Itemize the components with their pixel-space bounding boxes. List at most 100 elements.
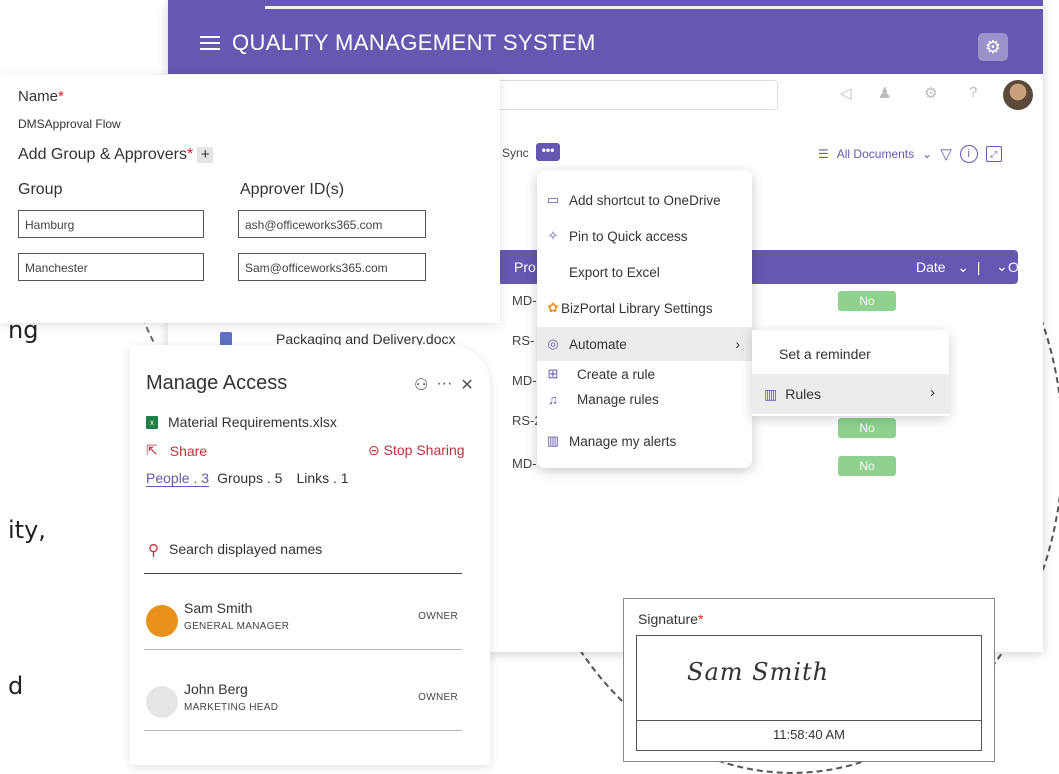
automate-submenu: Set a reminder ▥ Rules › [752,330,949,416]
view-selector[interactable]: ☰ All Documents ⌄ ▽ i ⤢ [818,145,1002,163]
person-name: John Berg [184,681,248,697]
menu-item-create-rule[interactable]: ⊞ Create a rule [537,363,752,385]
table-cell-product: RS- [512,333,535,348]
submenu-item-set-reminder[interactable]: Set a reminder [752,334,949,374]
context-menu: ▭ Add shortcut to OneDrive ✧ Pin to Quick … [537,170,752,468]
pin-icon: ✧ [547,228,559,243]
menu-item-pin-quick-access[interactable]: ✧ Pin to Quick access [537,219,752,253]
chevron-right-icon: › [930,384,935,401]
menu-item-automate[interactable]: ◎ Automate › [537,327,752,361]
person-row[interactable]: John Berg MARKETING HEAD OWNER [144,674,462,731]
table-cell-product: MD- [512,373,537,388]
chevron-down-icon[interactable]: ⌄ [996,258,1008,275]
app-title: QUALITY MANAGEMENT SYSTEM [232,30,596,55]
rules-icon: ▥ [764,385,778,402]
search-icon: ⚲ [148,542,159,559]
signature-label: Signature* [638,611,704,627]
background-text-fragment: ity, [8,516,46,544]
filter-icon[interactable]: ▽ [940,145,952,163]
panel-actions: ⚇ ··· ✕ [414,375,474,395]
person-row[interactable]: Sam Smith GENERAL MANAGER OWNER [144,593,462,650]
excel-file-icon: x [146,415,158,429]
name-value[interactable]: DMSApproval Flow [18,117,121,131]
group-field[interactable]: Hamburg [18,210,204,238]
access-tabs: People . 3 Groups . 5 Links . 1 [146,470,349,487]
overdue-status-badge: No [838,418,896,438]
menu-item-manage-alerts[interactable]: ▥ Manage my alerts [537,424,752,458]
signature-timestamp: 11:58:40 AM [636,720,982,751]
add-person-icon[interactable]: ⚇ [414,375,428,395]
approver-field[interactable]: ash@officeworks365.com [238,210,426,238]
column-header-date[interactable]: Date ⌄ | [916,259,980,276]
menu-item-add-shortcut[interactable]: ▭ Add shortcut to OneDrive [537,183,752,217]
overdue-status-badge: No [838,456,896,476]
people-icon[interactable]: ♟ [878,84,891,102]
automate-icon: ◎ [547,336,559,351]
settings-icon[interactable]: ⚙ [924,84,937,102]
access-level[interactable]: OWNER [418,611,458,622]
column-header-product[interactable]: Pro [514,259,536,275]
stop-sharing-button[interactable]: ⊝ Stop Sharing [368,442,465,459]
overdue-status-badge: No [838,291,896,311]
tab-groups[interactable]: Groups . 5 [217,470,282,487]
expand-icon[interactable]: ⤢ [985,146,1002,162]
avatar [146,605,178,637]
close-icon[interactable]: ✕ [460,375,473,395]
people-search-input[interactable]: ⚲ Search displayed names [144,541,462,574]
share-button[interactable]: ⇱ Share [146,442,207,459]
tab-links[interactable]: Links . 1 [296,470,348,487]
handwritten-signature: Sam Smith [687,658,830,686]
signature-pad[interactable]: Sam Smith [636,635,982,721]
submenu-item-rules[interactable]: ▥ Rules › [752,374,949,414]
user-avatar[interactable] [1003,80,1033,110]
megaphone-icon[interactable]: ◁ [840,84,852,102]
header-stripe [265,6,1043,9]
more-icon[interactable]: ··· [436,375,452,395]
person-role: GENERAL MANAGER [184,621,290,632]
share-icon: ⇱ [146,442,158,458]
help-icon[interactable]: ? [969,84,977,101]
column-header-overdue[interactable]: Overdue [1008,259,1043,275]
panel-title: Manage Access [146,372,288,394]
table-cell-product: MD- [512,293,537,308]
approver-column-header: Approver ID(s) [240,181,345,198]
word-file-icon [220,332,232,346]
shared-file: x Material Requirements.xlsx [146,414,337,430]
menu-item-manage-rules[interactable]: ♫ Manage rules [537,388,752,410]
name-label: Name* [18,88,64,105]
add-approver-button[interactable]: + [197,146,214,163]
menu-item-export-excel[interactable]: Export to Excel [537,255,752,289]
alert-icon: ▥ [546,433,560,448]
person-role: MARKETING HEAD [184,702,279,713]
more-options-button[interactable]: ••• [536,143,560,161]
shared-file-name: Material Requirements.xlsx [168,414,337,430]
view-selector-label: All Documents [836,147,915,161]
person-name: Sam Smith [184,600,253,616]
table-cell-product: MD- [512,456,537,471]
approvers-label: Add Group & Approvers* + [18,146,214,164]
avatar [146,686,178,718]
info-icon[interactable]: i [959,145,978,163]
bizportal-icon: ✿ [547,300,559,315]
chevron-right-icon: › [735,336,740,352]
approval-flow-form: Name* DMSApproval Flow Add Group & Appro… [0,75,500,323]
chevron-down-icon: ⌄ [922,147,933,161]
manage-access-panel: Manage Access ⚇ ··· ✕ x Material Require… [130,345,490,765]
menu-item-library-settings[interactable]: ✿ BizPortal Library Settings [537,291,752,325]
hamburger-menu-icon[interactable] [200,35,220,51]
sync-button[interactable]: Sync [502,146,529,160]
share-label: Share [169,442,208,459]
group-field[interactable]: Manchester [18,253,204,281]
approver-field[interactable]: Sam@officeworks365.com [238,253,426,281]
app-title-bar: QUALITY MANAGEMENT SYSTEM [200,30,596,56]
list-icon: ☰ [818,147,829,161]
tab-people[interactable]: People . 3 [146,470,210,487]
group-column-header: Group [18,181,63,198]
bell-icon: ♫ [548,391,558,407]
background-text-fragment: d [8,672,24,700]
rule-icon: ⊞ [547,366,559,381]
search-placeholder: Search displayed names [169,541,323,557]
folder-icon: ▭ [546,192,560,207]
settings-gear-icon[interactable]: ⚙ [978,33,1008,61]
access-level[interactable]: OWNER [418,692,458,703]
